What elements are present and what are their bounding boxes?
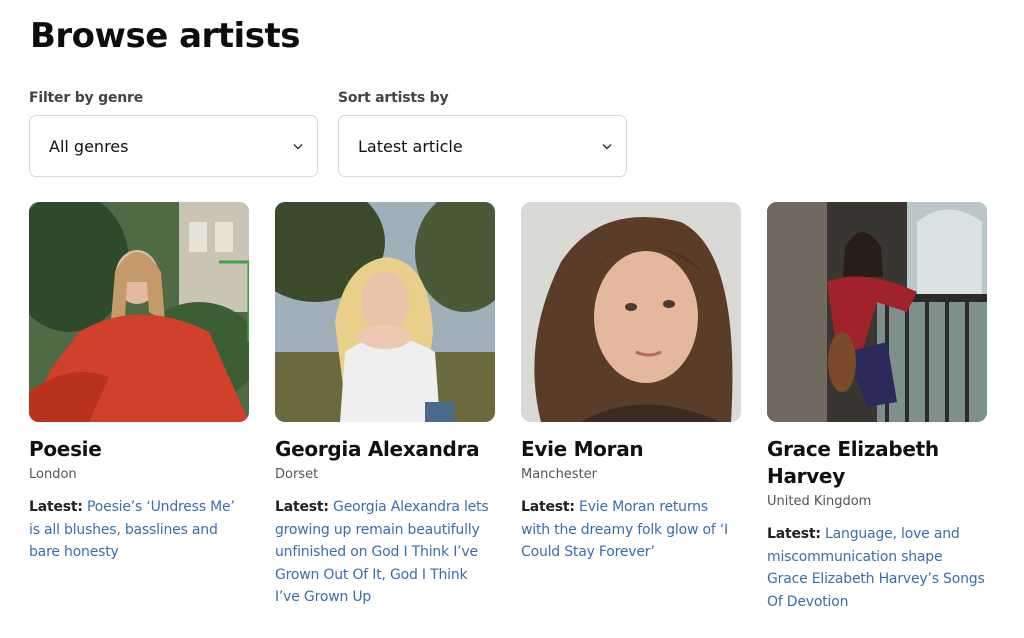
latest-label: Latest: <box>767 526 821 542</box>
artist-photo[interactable] <box>275 202 495 422</box>
latest-label: Latest: <box>275 499 329 515</box>
artist-card: Georgia Alexandra Dorset Latest: Georgia… <box>275 202 495 609</box>
artist-card: Grace Elizabeth Harvey United Kingdom La… <box>767 202 987 613</box>
artist-location: United Kingdom <box>767 494 872 509</box>
page-title: Browse artists <box>30 16 300 56</box>
latest-article: Latest: Poesie’s ‘Undress Me’ is all blu… <box>29 496 249 564</box>
artist-location: London <box>29 467 77 482</box>
artist-location: Manchester <box>521 467 598 482</box>
latest-article: Latest: Evie Moran returns with the drea… <box>521 496 741 564</box>
artist-photo[interactable] <box>767 202 987 422</box>
latest-label: Latest: <box>521 499 575 515</box>
chevron-down-icon <box>600 139 614 153</box>
artist-photo[interactable] <box>29 202 249 422</box>
artist-name[interactable]: Poesie <box>29 436 249 463</box>
genre-select[interactable]: All genres <box>29 115 318 177</box>
genre-select-value: All genres <box>49 136 129 156</box>
artist-location: Dorset <box>275 467 319 482</box>
artist-card: Poesie London Latest: Poesie’s ‘Undress … <box>29 202 249 564</box>
sort-select-value: Latest article <box>358 136 463 156</box>
genre-filter-label: Filter by genre <box>29 90 144 106</box>
artist-name[interactable]: Grace Elizabeth Harvey <box>767 436 987 490</box>
artist-card: Evie Moran Manchester Latest: Evie Moran… <box>521 202 741 564</box>
latest-article: Latest: Georgia Alexandra lets growing u… <box>275 496 495 609</box>
chevron-down-icon <box>291 139 305 153</box>
sort-filter: Sort artists by Latest article <box>338 90 627 177</box>
artist-name[interactable]: Georgia Alexandra <box>275 436 495 463</box>
genre-filter: Filter by genre All genres <box>29 90 318 177</box>
sort-select[interactable]: Latest article <box>338 115 627 177</box>
artist-photo[interactable] <box>521 202 741 422</box>
latest-article: Latest: Language, love and miscommunicat… <box>767 523 987 613</box>
artist-name[interactable]: Evie Moran <box>521 436 741 463</box>
sort-filter-label: Sort artists by <box>338 90 449 106</box>
latest-label: Latest: <box>29 499 83 515</box>
